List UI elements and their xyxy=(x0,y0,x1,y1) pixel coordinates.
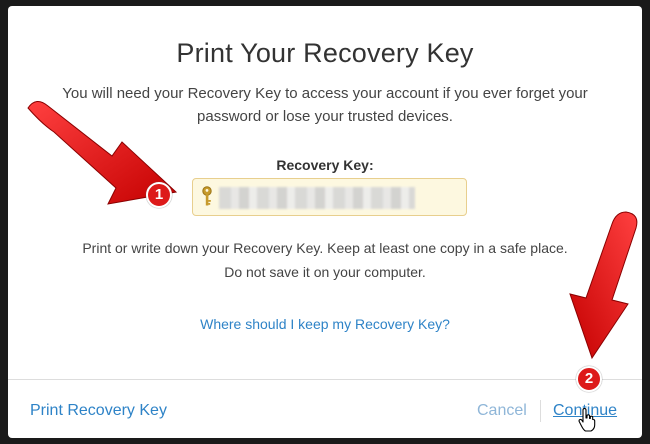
instructions-line-1: Print or write down your Recovery Key. K… xyxy=(82,240,568,256)
hand-cursor-icon xyxy=(578,407,596,437)
recovery-key-field[interactable] xyxy=(192,178,467,216)
where-to-keep-key-link[interactable]: Where should I keep my Recovery Key? xyxy=(8,316,642,332)
button-divider xyxy=(540,400,541,422)
recovery-key-dialog: Print Your Recovery Key You will need yo… xyxy=(8,6,642,438)
key-icon xyxy=(201,186,213,213)
print-recovery-key-button[interactable]: Print Recovery Key xyxy=(30,402,167,420)
dialog-title: Print Your Recovery Key xyxy=(176,38,474,68)
callout-badge-2: 2 xyxy=(576,366,602,392)
cancel-button[interactable]: Cancel xyxy=(477,402,527,420)
instructions-line-2: Do not save it on your computer. xyxy=(224,264,426,280)
footer-divider xyxy=(8,379,642,380)
callout-badge-1: 1 xyxy=(146,182,172,208)
recovery-key-value xyxy=(219,187,415,209)
red-arrow-2-icon xyxy=(556,208,646,373)
instructions-note: Print or write down your Recovery Key. K… xyxy=(38,236,612,284)
